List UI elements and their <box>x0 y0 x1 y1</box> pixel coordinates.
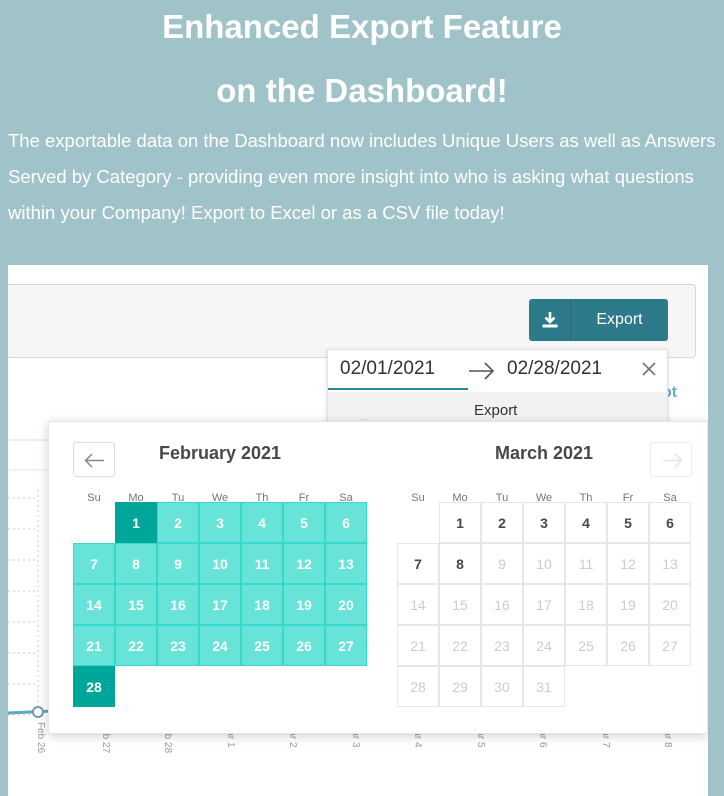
calendar-day[interactable]: 21 <box>397 625 439 666</box>
calendar-day[interactable]: 3 <box>199 502 241 543</box>
calendar-day[interactable]: 23 <box>481 625 523 666</box>
download-icon <box>529 299 571 341</box>
calendar-day[interactable]: 11 <box>565 543 607 584</box>
calendar-day[interactable]: 16 <box>157 584 199 625</box>
calendar-day[interactable]: 7 <box>73 543 115 584</box>
weekday-label: Su <box>87 492 101 504</box>
calendar-day[interactable]: 28 <box>73 666 115 707</box>
calendar-day[interactable]: 18 <box>241 584 283 625</box>
calendar-day[interactable]: 9 <box>157 543 199 584</box>
calendar-popup: February 2021 March 2021 Su Mo Tu We Th Fr Sa 1… <box>48 421 708 734</box>
calendar-day[interactable]: 8 <box>439 543 481 584</box>
calendar-day[interactable]: 15 <box>439 584 481 625</box>
banner-description: The exportable data on the Dashboard now… <box>8 130 716 223</box>
calendar-day[interactable]: 29 <box>439 666 481 707</box>
calendar-day[interactable]: 12 <box>283 543 325 584</box>
calendar-day[interactable]: 24 <box>523 625 565 666</box>
calendar-day[interactable]: 25 <box>565 625 607 666</box>
calendar-day[interactable]: 5 <box>283 502 325 543</box>
month-title-february: February 2021 <box>158 443 282 463</box>
calendar-day[interactable]: 19 <box>607 584 649 625</box>
date-range-inputs: 02/01/2021 02/28/2021 <box>328 350 669 392</box>
date-range-picker: 02/01/2021 02/28/2021 Export <box>327 349 669 430</box>
calendar-day[interactable]: 4 <box>565 502 607 543</box>
calendar-day[interactable]: 20 <box>325 584 367 625</box>
calendar-day[interactable]: 14 <box>73 584 115 625</box>
calendar-day[interactable]: 11 <box>241 543 283 584</box>
calendar-day[interactable]: 8 <box>115 543 157 584</box>
calendar-day[interactable]: 21 <box>73 625 115 666</box>
calendar-day[interactable]: 27 <box>325 625 367 666</box>
end-date-input[interactable]: 02/28/2021 <box>507 358 602 380</box>
calendar-day[interactable]: 24 <box>199 625 241 666</box>
calendar-day[interactable]: 17 <box>199 584 241 625</box>
start-date-focus-underline <box>328 388 468 390</box>
calendar-day[interactable]: 31 <box>523 666 565 707</box>
calendar-day[interactable]: 15 <box>115 584 157 625</box>
export-button[interactable]: Export <box>529 299 668 341</box>
calendar-day[interactable]: 27 <box>649 625 691 666</box>
calendar-day[interactable]: 13 <box>325 543 367 584</box>
calendar-day[interactable]: 2 <box>157 502 199 543</box>
calendar-day[interactable]: 23 <box>157 625 199 666</box>
calendar-day[interactable]: 12 <box>607 543 649 584</box>
calendar-day[interactable]: 30 <box>481 666 523 707</box>
banner-title-line2: on the Dashboard! <box>216 72 508 109</box>
calendar-day[interactable]: 1 <box>115 502 157 543</box>
calendar-day[interactable]: 5 <box>607 502 649 543</box>
calendar-day[interactable]: 20 <box>649 584 691 625</box>
calendar-day[interactable]: 6 <box>325 502 367 543</box>
calendar-day[interactable]: 22 <box>115 625 157 666</box>
export-menu-item[interactable]: Export <box>474 402 517 419</box>
calendar-day[interactable]: 13 <box>649 543 691 584</box>
calendar-day[interactable]: 17 <box>523 584 565 625</box>
calendar-day[interactable]: 6 <box>649 502 691 543</box>
calendar-day[interactable]: 3 <box>523 502 565 543</box>
calendar-day[interactable]: 25 <box>241 625 283 666</box>
calendar-day[interactable]: 14 <box>397 584 439 625</box>
calendar-day[interactable]: 10 <box>523 543 565 584</box>
calendar-day[interactable]: 22 <box>439 625 481 666</box>
calendar-day[interactable]: 2 <box>481 502 523 543</box>
start-date-input[interactable]: 02/01/2021 <box>340 358 435 380</box>
calendar-day[interactable]: 1 <box>439 502 481 543</box>
arrow-right-icon <box>469 362 495 380</box>
calendar-day[interactable]: 18 <box>565 584 607 625</box>
calendar-day[interactable]: 10 <box>199 543 241 584</box>
calendar-day[interactable]: 7 <box>397 543 439 584</box>
banner-title-line1: Enhanced Export Feature <box>162 8 562 45</box>
calendar-day[interactable]: 4 <box>241 502 283 543</box>
chart-series-line <box>8 709 54 715</box>
calendar-day[interactable]: 19 <box>283 584 325 625</box>
chart-data-point <box>32 706 44 718</box>
calendar-day[interactable]: 9 <box>481 543 523 584</box>
dashboard-screenshot: Export Feb 26 Feb 27 Feb 28 Mar 1 Mar 2 Mar 3… <box>8 265 708 796</box>
export-button-label: Export <box>596 311 643 328</box>
month-title-march: March 2021 <box>494 443 594 463</box>
calendar-day[interactable]: 26 <box>607 625 649 666</box>
chart-x-tick-label: Feb 26 <box>35 722 46 754</box>
calendar-day[interactable]: 16 <box>481 584 523 625</box>
close-icon[interactable] <box>637 357 661 381</box>
calendar-day[interactable]: 26 <box>283 625 325 666</box>
calendar-day[interactable]: 28 <box>397 666 439 707</box>
weekday-label: Su <box>411 492 425 504</box>
